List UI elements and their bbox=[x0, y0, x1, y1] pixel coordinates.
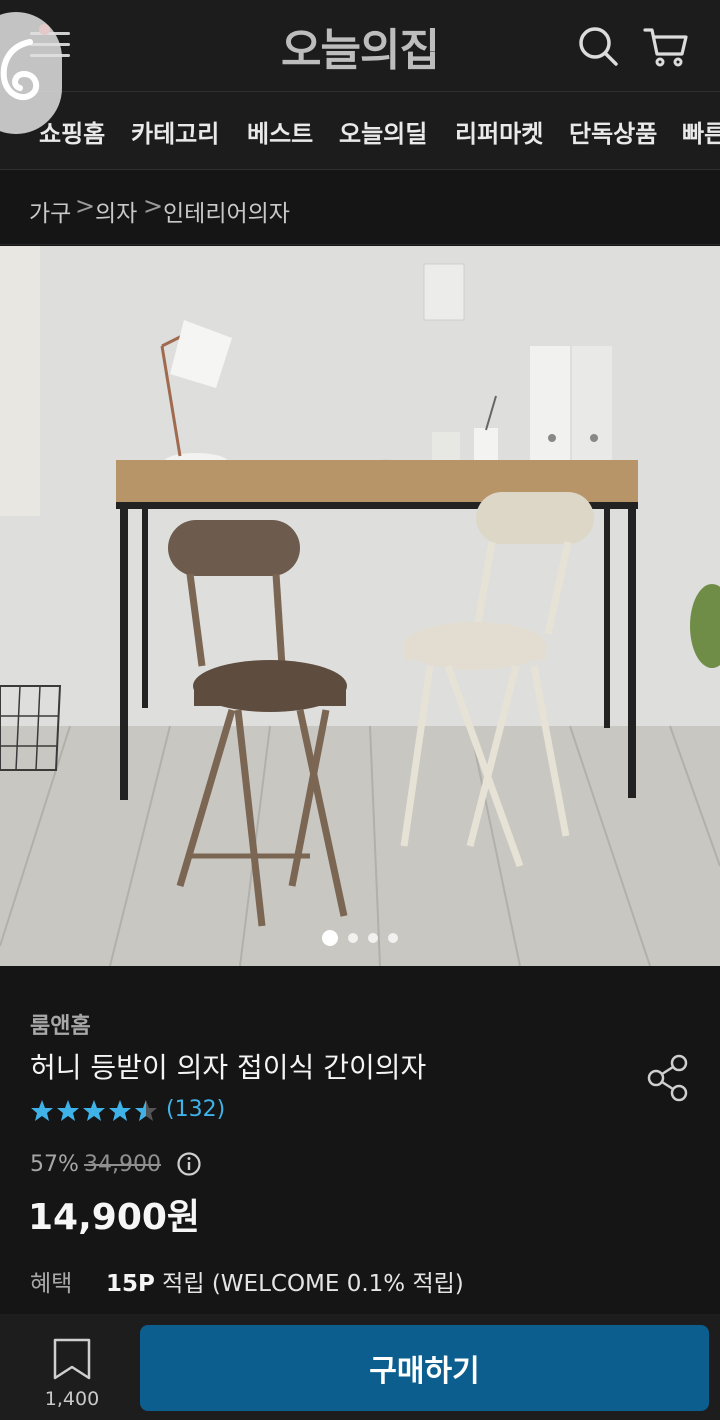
rating-stars bbox=[30, 1098, 160, 1128]
bookmark-button[interactable]: 1,400 bbox=[40, 1334, 104, 1416]
benefit-detail: 적립 (WELCOME 0.1% 적립) bbox=[154, 1271, 464, 1297]
assistant-logo-icon bbox=[0, 39, 40, 101]
category-tab-fast[interactable]: 빠른 bbox=[682, 114, 720, 149]
breadcrumb: 가구 > 의자 > 인테리어의자 bbox=[0, 171, 720, 245]
breadcrumb-separator: > bbox=[143, 192, 164, 220]
review-count[interactable]: (132) bbox=[166, 1097, 225, 1122]
product-photo bbox=[0, 246, 720, 966]
discount-rate: 57% bbox=[30, 1152, 79, 1177]
floating-assistant-button[interactable] bbox=[0, 12, 62, 134]
gallery-dot[interactable] bbox=[322, 929, 338, 946]
buy-button[interactable]: 구매하기 bbox=[140, 1325, 709, 1411]
gallery-dot[interactable] bbox=[388, 932, 398, 943]
app-header: 오늘의집 bbox=[0, 0, 720, 92]
gallery-pagination bbox=[0, 927, 720, 946]
category-tab-best[interactable]: 베스트 bbox=[247, 114, 313, 149]
benefit-label: 혜택 bbox=[30, 1271, 73, 1297]
product-image-gallery[interactable] bbox=[0, 246, 720, 966]
original-price: 34,900 bbox=[84, 1152, 161, 1177]
cart-icon[interactable] bbox=[642, 22, 690, 70]
gallery-dot[interactable] bbox=[348, 932, 358, 943]
benefit-points: 15P bbox=[106, 1271, 155, 1297]
bottom-action-bar: 1,400 구매하기 bbox=[0, 1314, 720, 1420]
product-title: 허니 등받이 의자 접이식 간이의자 bbox=[30, 1051, 427, 1084]
brand-name[interactable]: 룸앤홈 bbox=[30, 1008, 91, 1040]
sale-price: 14,900원 bbox=[28, 1197, 201, 1238]
category-tab-exclusive[interactable]: 단독상품 bbox=[569, 114, 657, 149]
bookmark-icon bbox=[53, 1338, 91, 1380]
category-nav: 쇼핑홈 카테고리 베스트 오늘의딜 리퍼마켓 단독상품 빠른 bbox=[0, 92, 720, 170]
category-tab-category[interactable]: 카테고리 bbox=[131, 114, 219, 149]
bookmark-count: 1,400 bbox=[44, 1388, 100, 1410]
breadcrumb-interior-chair[interactable]: 인테리어의자 bbox=[163, 194, 290, 228]
breadcrumb-furniture[interactable]: 가구 bbox=[29, 194, 71, 228]
share-icon[interactable] bbox=[646, 1054, 690, 1106]
breadcrumb-separator: > bbox=[75, 192, 96, 220]
info-icon[interactable] bbox=[176, 1151, 202, 1181]
gallery-dot[interactable] bbox=[368, 932, 378, 943]
category-tab-refurb-market[interactable]: 리퍼마켓 bbox=[455, 114, 543, 149]
breadcrumb-chair[interactable]: 의자 bbox=[95, 194, 137, 228]
category-tab-today-deal[interactable]: 오늘의딜 bbox=[339, 114, 427, 149]
search-icon[interactable] bbox=[574, 22, 622, 70]
benefit-value: 15P 적립 (WELCOME 0.1% 적립) bbox=[106, 1264, 464, 1298]
